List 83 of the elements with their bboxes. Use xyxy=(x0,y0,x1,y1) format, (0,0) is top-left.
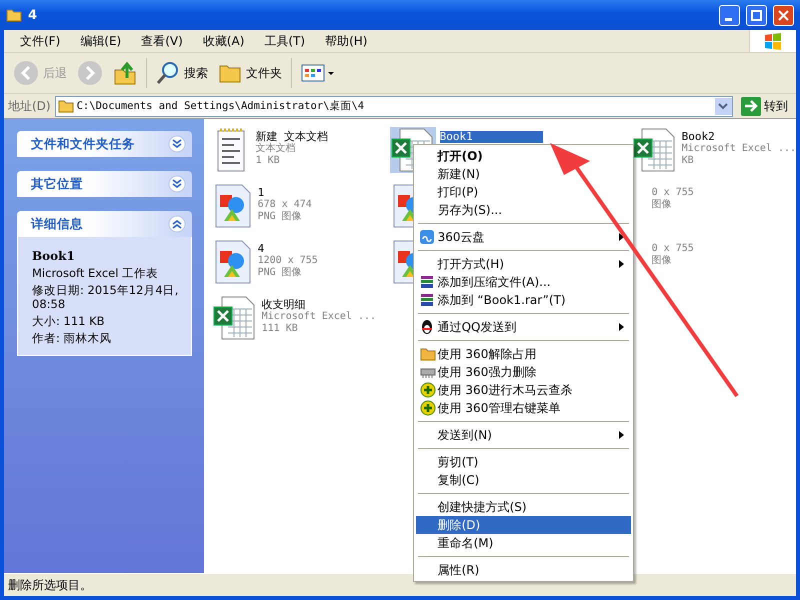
menu-item[interactable]: 编辑(E) xyxy=(70,32,132,50)
details-text: Microsoft Excel 工作表 xyxy=(32,266,160,280)
plus-circle-icon xyxy=(420,382,436,398)
file-detail: 0 x 755 xyxy=(652,243,694,255)
context-menu-item[interactable]: 删除(D) xyxy=(416,516,631,534)
file-name[interactable]: 1 xyxy=(258,187,312,199)
flag-logo-icon xyxy=(763,32,783,50)
file-detail: PNG 图像 xyxy=(258,211,303,223)
context-menu-item[interactable]: 创建快捷方式(S) xyxy=(416,498,631,516)
context-menu-item[interactable]: 添加到压缩文件(A)... xyxy=(416,273,631,291)
file-name[interactable]: 新建 文本文档 xyxy=(256,131,328,143)
file-detail: 1200 x 755 xyxy=(258,255,318,267)
context-menu-item[interactable]: 添加到 “Book1.rar”(T) xyxy=(416,291,631,309)
pane-header[interactable]: 文件和文件夹任务 xyxy=(17,131,192,157)
context-menu-item[interactable]: 使用 360强力删除 xyxy=(416,363,631,381)
context-menu-item[interactable]: 使用 360管理右键菜单 xyxy=(416,399,631,417)
submenu-arrow-icon xyxy=(618,431,625,439)
menu-item[interactable]: 帮助(H) xyxy=(315,32,378,50)
submenu-arrow-icon xyxy=(618,233,625,241)
menu-item[interactable]: 文件(F) xyxy=(10,32,70,50)
folder-icon xyxy=(420,347,436,361)
context-menu-item[interactable]: 剪切(T) xyxy=(416,453,631,471)
pane-header[interactable]: 详细信息 xyxy=(17,211,192,237)
search-button[interactable]: 搜索 xyxy=(153,59,211,87)
file-detail: KB xyxy=(682,155,695,167)
search-icon xyxy=(156,61,180,85)
status-text: 删除所选项目。 xyxy=(8,576,92,594)
submenu-arrow-icon xyxy=(618,260,625,268)
file-detail: 文本文档 xyxy=(256,143,297,155)
minimize-button[interactable] xyxy=(719,4,740,26)
file-detail: 0 x 755 xyxy=(652,187,694,199)
folder-icon xyxy=(58,99,74,113)
details-text: 修改日期: 2015年12月4日, 08:58 xyxy=(32,283,180,311)
context-menu-item[interactable]: 另存为(S)... xyxy=(416,201,631,219)
file-detail: 图像 xyxy=(652,255,673,267)
maximize-button[interactable] xyxy=(746,4,767,26)
dropdown-icon[interactable] xyxy=(715,98,732,114)
context-menu-item[interactable]: 360云盘 xyxy=(416,228,631,246)
context-menu-item[interactable]: 使用 360进行木马云查杀 xyxy=(416,381,631,399)
details-file-name: Book1 xyxy=(32,249,76,263)
context-menu-item[interactable]: 属性(R) xyxy=(416,561,631,579)
address-label: 地址(D) xyxy=(8,98,51,114)
folders-button[interactable]: 文件夹 xyxy=(215,60,285,86)
expand-icon[interactable] xyxy=(168,175,186,193)
file-detail: 图像 xyxy=(652,199,673,211)
context-menu-item[interactable]: 打印(P) xyxy=(416,183,631,201)
file-name[interactable]: 收支明细 xyxy=(262,299,376,311)
context-menu-item[interactable]: 发送到(N) xyxy=(416,426,631,444)
collapse-icon[interactable] xyxy=(168,215,186,233)
context-menu-item[interactable]: 复制(C) xyxy=(416,471,631,489)
window-title: 4 xyxy=(28,8,38,22)
address-field[interactable]: C:\Documents and Settings\Administrator\桌面\4 xyxy=(54,96,733,116)
file-name[interactable]: 4 xyxy=(258,243,318,255)
cloud-icon xyxy=(420,230,434,244)
file-detail: 1 KB xyxy=(256,155,281,167)
context-menu-item[interactable]: 新建(N) xyxy=(416,165,631,183)
details-text: 作者: 雨林木风 xyxy=(32,331,113,345)
minimize-icon xyxy=(724,18,732,20)
menu-item[interactable]: 查看(V) xyxy=(131,32,193,50)
folder-icon xyxy=(6,8,22,22)
file-detail: 111 KB xyxy=(262,323,299,335)
expand-icon[interactable] xyxy=(168,135,186,153)
context-menu-item[interactable]: 打开方式(H) xyxy=(416,255,631,273)
file-detail: Microsoft Excel ... xyxy=(262,311,376,323)
file-name[interactable]: Book2 xyxy=(682,131,796,143)
context-menu-item[interactable]: 打开(O) xyxy=(416,147,631,165)
go-button[interactable]: 转到 xyxy=(737,96,792,116)
close-button[interactable] xyxy=(773,4,794,26)
maximize-icon xyxy=(751,10,762,20)
pane-header[interactable]: 其它位置 xyxy=(17,171,192,197)
menu-item[interactable]: 收藏(A) xyxy=(192,32,254,50)
file-detail: PNG 图像 xyxy=(258,267,303,279)
plus-circle-icon xyxy=(420,400,436,416)
menu-item[interactable]: 工具(T) xyxy=(254,32,316,50)
details-text: 大小: 111 KB xyxy=(32,314,106,328)
submenu-arrow-icon xyxy=(618,323,625,331)
file-detail: Microsoft Excel ... xyxy=(682,143,796,155)
context-menu-item[interactable]: 使用 360解除占用 xyxy=(416,345,631,363)
file-name[interactable]: Book1 xyxy=(440,131,543,143)
context-menu-item[interactable]: 重命名(M) xyxy=(416,534,631,552)
context-menu-item[interactable]: 通过QQ发送到 xyxy=(416,318,631,336)
file-detail: 678 x 474 xyxy=(258,199,312,211)
close-icon xyxy=(778,10,789,20)
